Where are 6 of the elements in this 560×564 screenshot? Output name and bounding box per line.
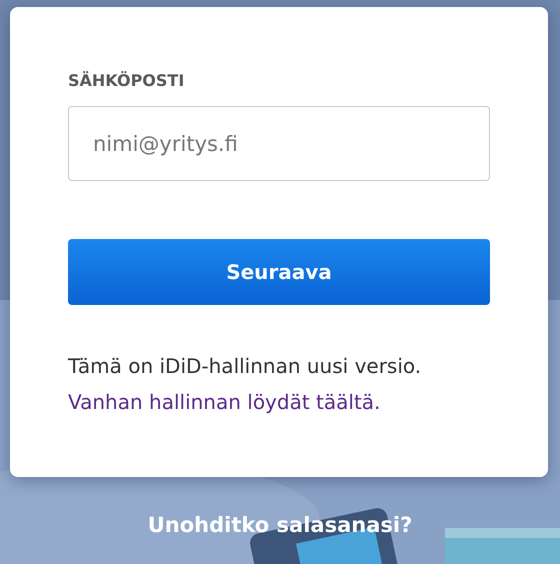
email-label: SÄHKÖPOSTI [68,71,184,90]
email-field[interactable]: nimi@yritys.fi [68,106,490,181]
old-admin-link[interactable]: Vanhan hallinnan löydät täältä. [68,389,380,416]
forgot-password-link[interactable]: Unohditko salasanasi? [148,513,412,537]
next-button[interactable]: Seuraava [68,239,490,305]
info-text: Tämä on iDiD-hallinnan uusi versio. [68,353,422,380]
